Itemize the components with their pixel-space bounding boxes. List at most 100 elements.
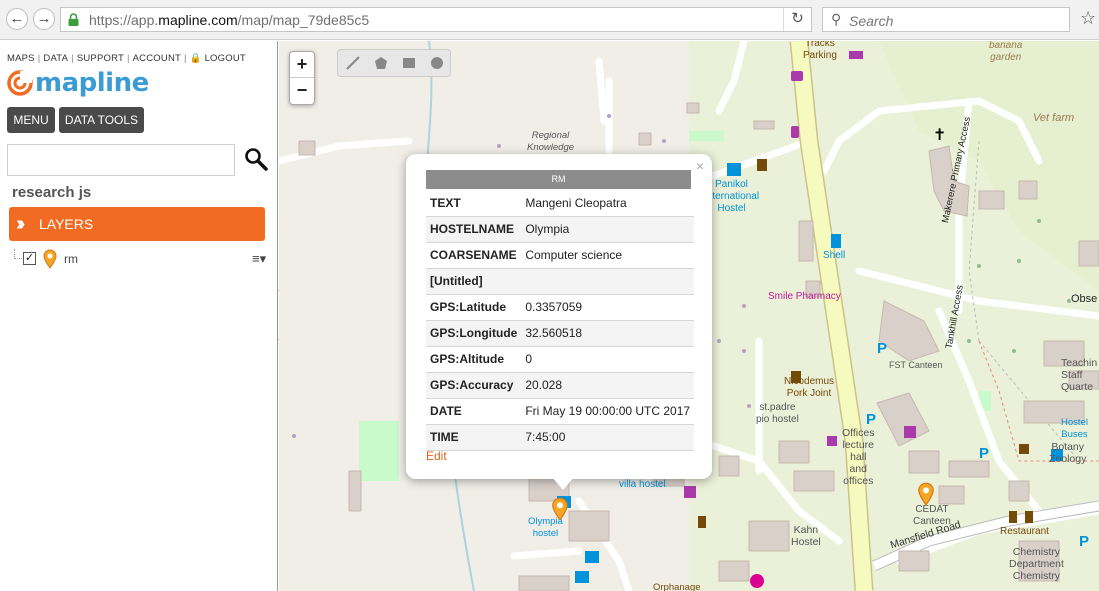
attr-value: Mangeni Cleopatra [521,190,695,217]
link-account[interactable]: ACCOUNT [133,53,181,64]
svg-text:P: P [866,411,876,428]
table-row: TEXT Mangeni Cleopatra [426,190,695,217]
attr-key: TEXT [426,190,522,217]
menu-button[interactable]: MENU [7,107,55,133]
layer-name[interactable]: rm [64,252,78,266]
link-data[interactable]: DATA [43,53,68,64]
map-pin-icon[interactable] [551,497,569,521]
link-logout[interactable]: LOGOUT [205,53,246,64]
attr-key: GPS:Accuracy [426,372,522,399]
search-icon: ⚲ [831,11,842,27]
attr-key: TIME [426,424,522,451]
forward-icon[interactable]: → [33,8,55,30]
table-row: TIME 7:45:00 [426,424,695,451]
label-vet-farm: Vet farm [1033,112,1075,124]
svg-text:P: P [979,445,989,462]
attr-key: COARSENAME [426,242,522,269]
label-st-padre: st.padre pio hostel [756,402,799,425]
reload-icon[interactable]: ↻ [783,8,811,31]
attr-value: 7:45:00 [521,424,695,451]
draw-rectangle-icon[interactable] [402,56,416,70]
attr-key: [Untitled] [426,268,522,295]
address-bar[interactable]: https://app.mapline.com/map/map_79de85c5… [60,7,812,32]
svg-text:P: P [1079,533,1089,550]
draw-line-icon[interactable] [346,56,360,70]
layers-label: LAYERS [39,216,94,232]
label-regional-knowledge: Regional Knowledge [527,130,575,153]
layers-header[interactable]: ›› LAYERS [9,207,265,241]
double-chevron-icon: ›› [16,213,26,235]
url-text: https://app.mapline.com/map/map_79de85c5 [89,12,370,28]
sidebar: MAPS | DATA | SUPPORT | ACCOUNT | 🔒 LOGOUT mapli… [0,41,278,591]
label-offices-lecture: Offices lecture hall and offices [842,427,875,487]
logo-text: mapline [35,68,149,98]
attr-key: GPS:Altitude [426,346,522,373]
layer-menu-icon[interactable]: ≡▾ [252,251,266,267]
table-row: [Untitled] [426,268,695,295]
lock-icon [68,13,79,26]
label-nicodemus-pork: Nicodemus Pork Joint [784,376,835,399]
label-botany: Botany Zoology [1049,441,1087,465]
label-observatory: Obse [1071,293,1098,305]
tree-connector [14,249,22,259]
account-links: MAPS | DATA | SUPPORT | ACCOUNT | 🔒 LOGOUT [7,53,246,64]
attr-value [521,268,695,295]
attr-key: GPS:Longitude [426,320,522,347]
attr-value: 0 [521,346,695,373]
label-fst-canteen: FST Canteen [889,360,943,370]
table-row: GPS:Altitude 0 [426,346,695,373]
attr-value: Fri May 19 00:00:00 UTC 2017 [521,398,695,425]
project-title: research js [12,184,92,201]
mapline-logo[interactable]: mapline [7,68,149,98]
attr-key: GPS:Latitude [426,294,522,321]
map-pin-icon [43,249,57,269]
table-row: GPS:Accuracy 20.028 [426,372,695,399]
logo-swirl-icon [7,70,33,96]
label-chemistry: Chemistry Department Chemistry [1009,546,1064,582]
table-row: GPS:Latitude 0.3357059 [426,294,695,321]
label-hostel-buses: Hostel Buses [1061,417,1088,440]
browser-search-input[interactable]: ⚲ Search [822,7,1070,32]
popup-tip [551,476,575,490]
close-icon[interactable]: × [696,158,704,174]
label-tracks-parking: Tracks Parking [803,41,837,61]
map-pin-icon[interactable] [917,482,935,506]
browser-toolbar: ← → https://app.mapline.com/map/map_79de… [0,0,1099,40]
link-maps[interactable]: MAPS [7,53,35,64]
label-smile-pharmacy: Smile Pharmacy [768,291,841,302]
zoom-control: + − [289,51,315,105]
attr-value: 20.028 [521,372,695,399]
table-row: DATE Fri May 19 00:00:00 UTC 2017 [426,398,695,425]
data-tools-button[interactable]: DATA TOOLS [59,107,144,133]
back-icon[interactable]: ← [6,8,28,30]
attr-value: Computer science [521,242,695,269]
label-banana-garden: banana garden [989,41,1023,63]
table-row: HOSTELNAME Olympia [426,216,695,243]
draw-circle-icon[interactable] [430,56,444,70]
magnifier-icon[interactable] [244,147,268,171]
edit-link[interactable]: Edit [426,449,447,463]
feature-popup: × RM TEXT Mangeni Cleopatra HOSTELNAME Oly… [406,154,712,490]
layer-row: ✓ rm ≡▾ [14,249,274,269]
padlock-icon: 🔒 [189,53,202,64]
label-kahn-hostel: Kahn Hostel [791,524,821,548]
attr-key: HOSTELNAME [426,216,522,243]
zoom-in-icon[interactable]: + [290,52,314,78]
label-orphanage: Orphanage [653,582,701,591]
attr-value: Olympia [521,216,695,243]
zoom-out-icon[interactable]: − [290,78,314,104]
link-support[interactable]: SUPPORT [77,53,124,64]
label-restaurant: Restaurant [1000,526,1049,537]
attribute-table: TEXT Mangeni Cleopatra HOSTELNAME Olympia … [426,190,695,451]
attr-key: DATE [426,398,522,425]
layer-visibility-checkbox[interactable]: ✓ [23,252,36,265]
popup-title: RM [426,170,691,189]
label-shell: Shell [823,250,846,261]
table-row: COARSENAME Computer science [426,242,695,269]
label-panikol-hostel: Panikol International Hostel [704,179,760,214]
bookmark-star-icon[interactable]: ☆ [1080,8,1096,29]
svg-text:P: P [877,340,887,357]
map-search-input[interactable] [7,144,235,176]
attr-value: 0.3357059 [521,294,695,321]
draw-polygon-icon[interactable] [374,56,388,70]
